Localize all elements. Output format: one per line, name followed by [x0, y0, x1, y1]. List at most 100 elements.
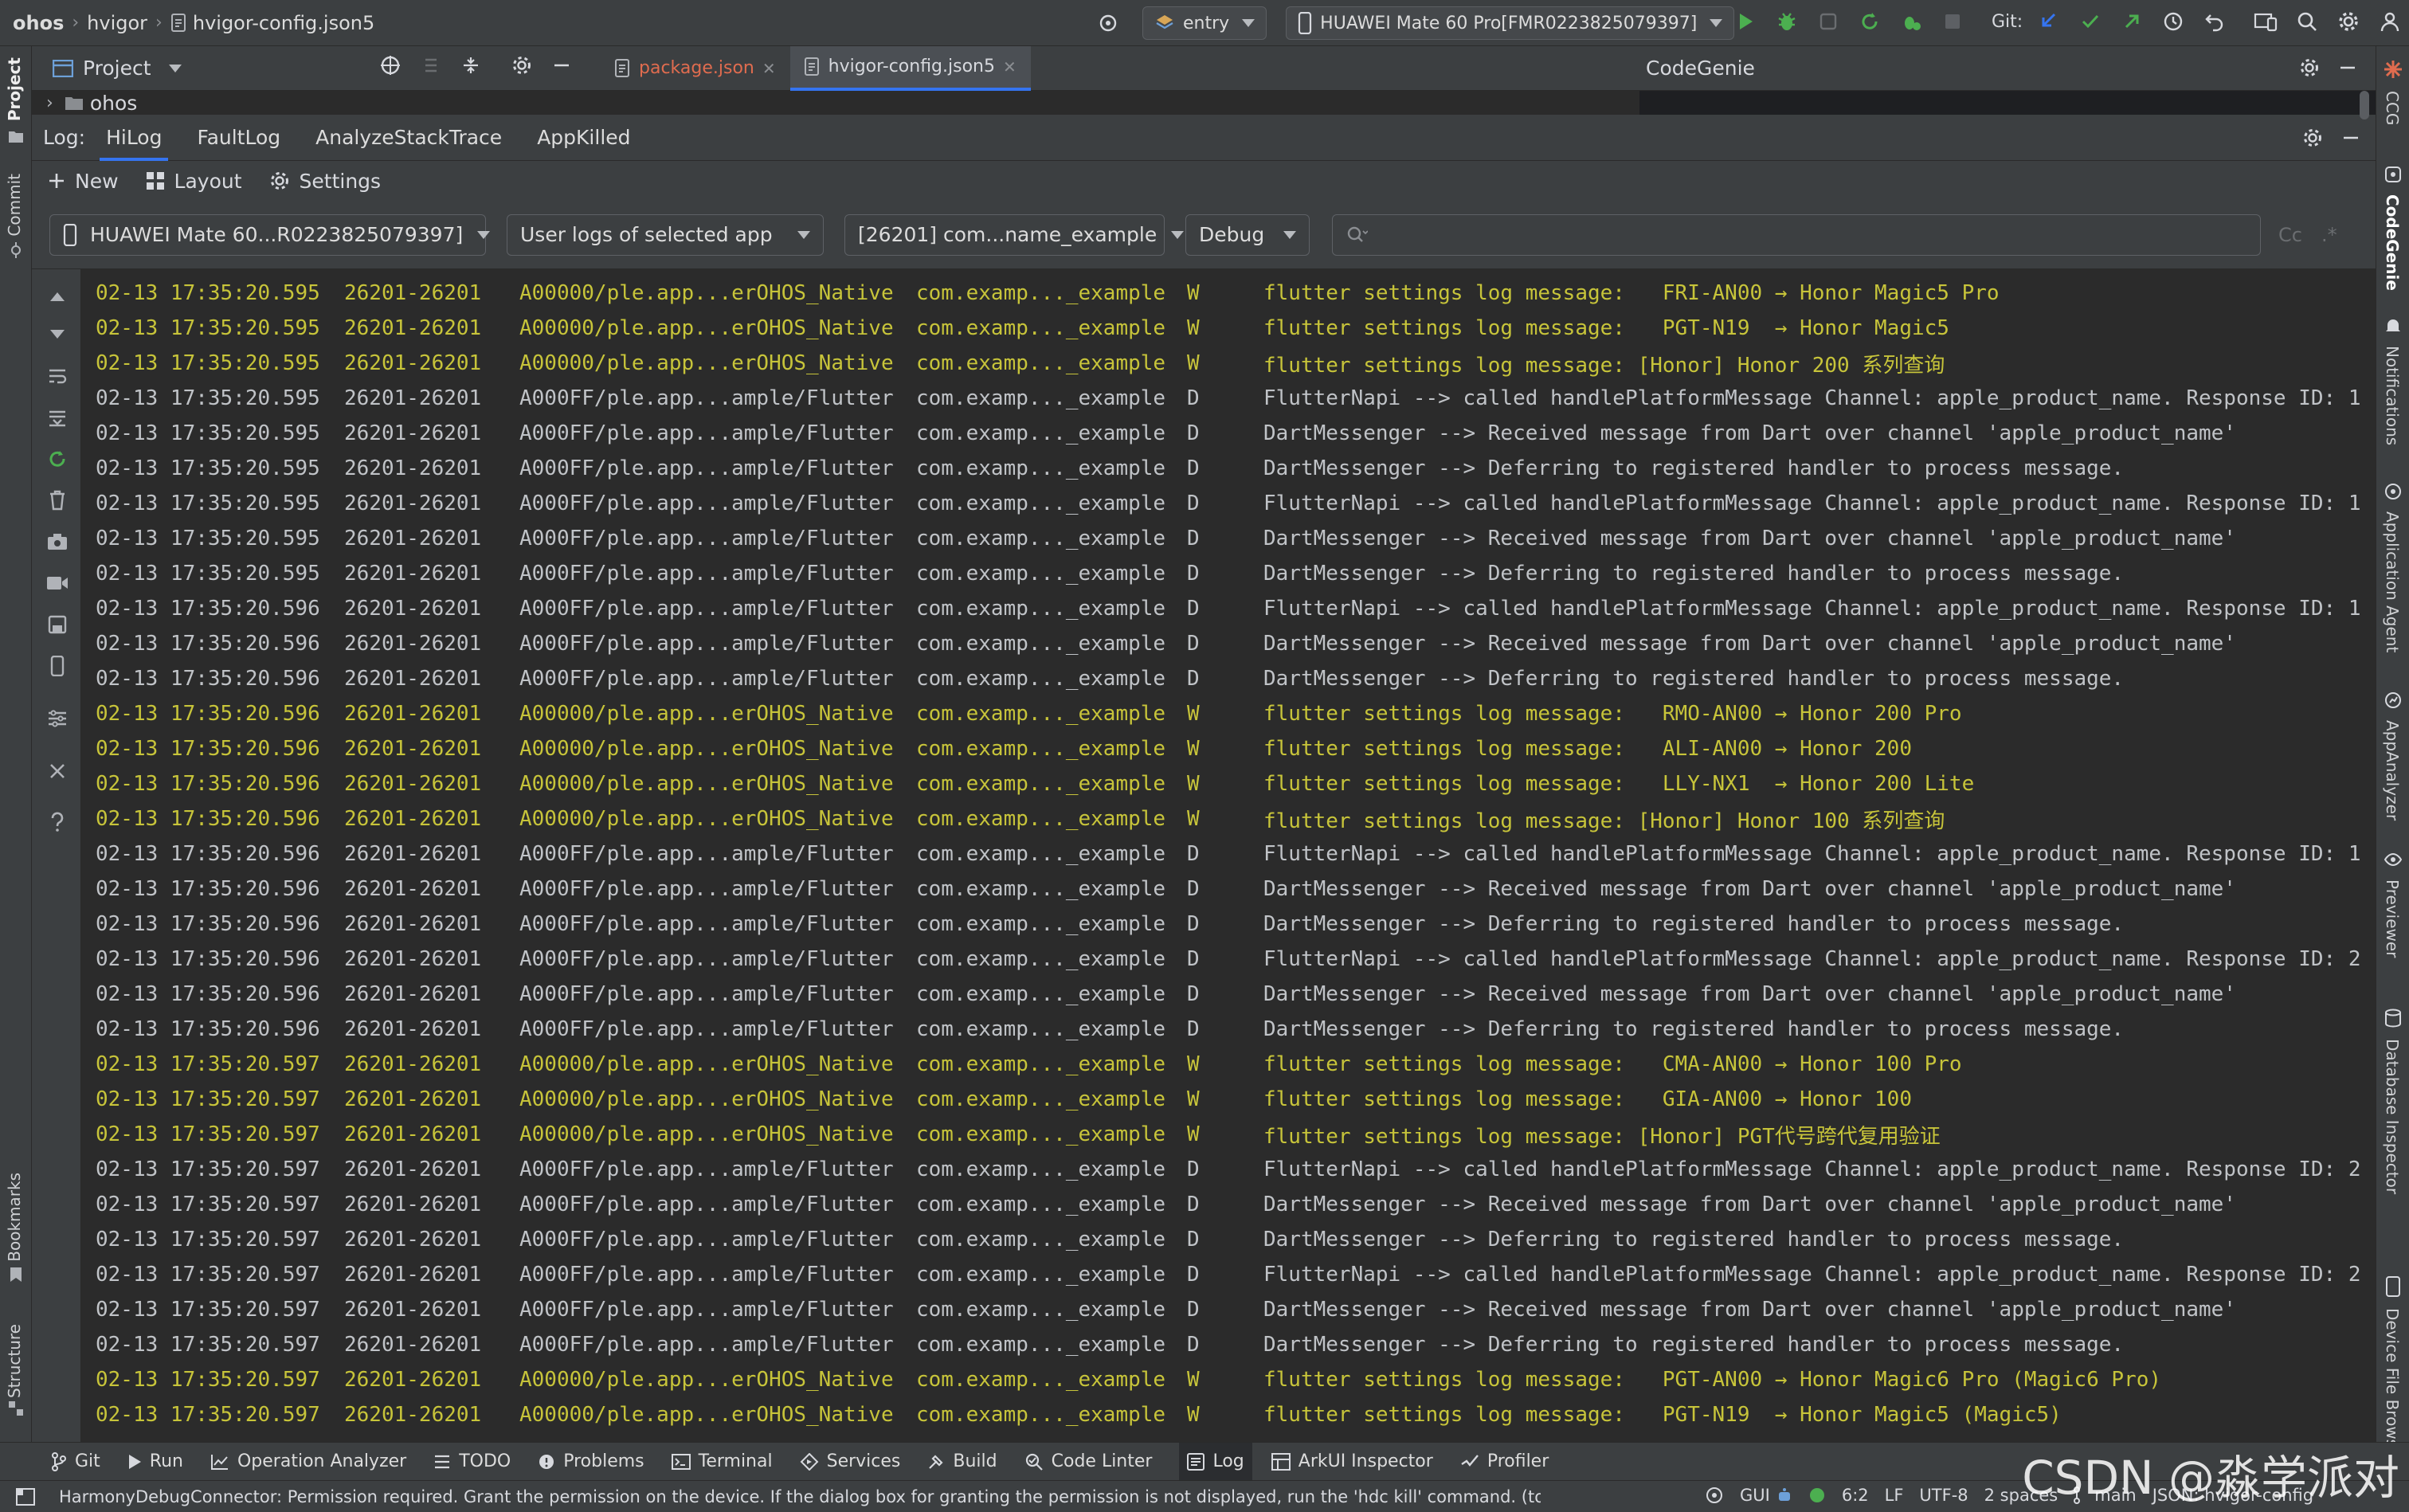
scroll-down-icon[interactable]: [45, 322, 70, 347]
log-row[interactable]: 02-13 17:35:20.596 26201-26201 A00000/ple.…: [81, 801, 2376, 836]
settings-button[interactable]: Settings: [269, 170, 381, 193]
log-row[interactable]: 02-13 17:35:20.597 26201-26201 A000FF/ple.…: [81, 1187, 2376, 1222]
help-icon[interactable]: [45, 809, 70, 835]
log-row[interactable]: 02-13 17:35:20.596 26201-26201 A000FF/ple.…: [81, 872, 2376, 907]
log-row[interactable]: 02-13 17:35:20.596 26201-26201 A000FF/ple.…: [81, 1012, 2376, 1047]
log-row[interactable]: 02-13 17:35:20.597 26201-26201 A000FF/ple.…: [81, 1222, 2376, 1257]
breadcrumb-file[interactable]: hvigor-config.json5: [193, 12, 374, 34]
log-scrollbar[interactable]: [2363, 269, 2374, 1442]
tool-build[interactable]: Build: [927, 1451, 997, 1471]
gear-icon[interactable]: [2302, 127, 2323, 148]
restart-icon[interactable]: [45, 446, 70, 472]
log-row[interactable]: 02-13 17:35:20.597 26201-26201 A00000/ple.…: [81, 1047, 2376, 1082]
log-search-input[interactable]: [1332, 213, 2261, 256]
project-tool-tab[interactable]: Project: [5, 57, 24, 121]
log-row[interactable]: 02-13 17:35:20.596 26201-26201 A000FF/ple.…: [81, 907, 2376, 942]
history-icon[interactable]: [2158, 6, 2188, 37]
chevron-down-icon[interactable]: [168, 64, 182, 72]
profile-icon[interactable]: [1896, 6, 1926, 37]
new-button[interactable]: New: [48, 170, 119, 193]
layout-button[interactable]: Layout: [146, 170, 242, 193]
save-icon[interactable]: [45, 612, 70, 637]
gear-icon[interactable]: [2333, 6, 2364, 37]
previewer-tool-tab[interactable]: Previewer: [2383, 879, 2402, 958]
expand-all-icon[interactable]: [421, 55, 441, 76]
file-encoding[interactable]: UTF-8: [1919, 1486, 1968, 1505]
tool-services[interactable]: Services: [800, 1451, 900, 1471]
close-icon[interactable]: ✕: [762, 59, 776, 78]
log-row[interactable]: 02-13 17:35:20.596 26201-26201 A000FF/ple.…: [81, 626, 2376, 661]
log-row[interactable]: 02-13 17:35:20.595 26201-26201 A000FF/ple.…: [81, 451, 2376, 486]
collapse-all-icon[interactable]: [460, 55, 481, 76]
git-push-icon[interactable]: [2117, 6, 2147, 37]
project-scrollbar-thumb[interactable]: [2360, 91, 2369, 119]
log-row[interactable]: 02-13 17:35:20.595 26201-26201 A000FF/ple.…: [81, 556, 2376, 591]
gear-icon[interactable]: [2299, 57, 2320, 78]
log-row[interactable]: 02-13 17:35:20.596 26201-26201 A000FF/ple.…: [81, 591, 2376, 626]
tool-arkui-inspector[interactable]: ArkUI Inspector: [1271, 1451, 1433, 1471]
cursor-position[interactable]: 6:2: [1842, 1486, 1869, 1505]
gui-label[interactable]: GUI: [1740, 1486, 1770, 1505]
tool-terminal[interactable]: Terminal: [671, 1451, 773, 1471]
device-filter-select[interactable]: HUAWEI Mate 60...R0223825079397]: [49, 213, 491, 256]
log-row[interactable]: 02-13 17:35:20.596 26201-26201 A000FF/ple.…: [81, 977, 2376, 1012]
device-manager-icon[interactable]: [2250, 6, 2281, 37]
log-row[interactable]: 02-13 17:35:20.596 26201-26201 A00000/ple.…: [81, 696, 2376, 731]
status-message[interactable]: HarmonyDebugConnector: Permission requir…: [59, 1487, 1541, 1506]
line-separator[interactable]: LF: [1885, 1486, 1904, 1505]
tool-git[interactable]: Git: [51, 1451, 100, 1471]
camera-icon[interactable]: [45, 529, 70, 554]
attach-debugger-icon[interactable]: [1813, 6, 1843, 37]
log-row[interactable]: 02-13 17:35:20.596 26201-26201 A00000/ple.…: [81, 766, 2376, 801]
minimize-icon[interactable]: [2340, 127, 2361, 148]
tab-faultlog[interactable]: FaultLog: [179, 115, 298, 161]
trash-icon[interactable]: [45, 488, 70, 513]
log-row[interactable]: 02-13 17:35:20.596 26201-26201 A00000/ple.…: [81, 731, 2376, 766]
notifications-tool-tab[interactable]: Notifications: [2383, 346, 2402, 445]
log-row[interactable]: 02-13 17:35:20.595 26201-26201 A000FF/ple.…: [81, 381, 2376, 416]
match-case-toggle[interactable]: Cc: [2278, 224, 2302, 246]
database-inspector-tool-tab[interactable]: Database Inspector: [2383, 1039, 2402, 1194]
debug-icon[interactable]: [1772, 6, 1802, 37]
ccg-tool-tab[interactable]: CCG: [2383, 91, 2402, 125]
log-row[interactable]: 02-13 17:35:20.597 26201-26201 A00000/ple.…: [81, 1082, 2376, 1117]
log-row[interactable]: 02-13 17:35:20.597 26201-26201 A00000/ple.…: [81, 1397, 2376, 1432]
tool-operation-analyzer[interactable]: Operation Analyzer: [210, 1451, 406, 1471]
module-selector[interactable]: entry: [1142, 6, 1267, 40]
log-row[interactable]: 02-13 17:35:20.597 26201-26201 A00000/ple.…: [81, 1362, 2376, 1397]
tool-todo[interactable]: TODO: [433, 1451, 511, 1471]
rollback-icon[interactable]: [2199, 6, 2230, 37]
regex-icon[interactable]: .*: [2321, 224, 2337, 246]
codegenie-tool-tab[interactable]: CodeGenie: [2383, 194, 2402, 291]
minimize-icon[interactable]: [2337, 57, 2358, 78]
git-update-icon[interactable]: [2034, 6, 2064, 37]
account-icon[interactable]: [2375, 6, 2405, 37]
soft-wrap-icon[interactable]: [45, 363, 70, 389]
breadcrumb-project[interactable]: ohos: [13, 12, 64, 34]
minimize-icon[interactable]: [551, 55, 572, 76]
log-row[interactable]: 02-13 17:35:20.595 26201-26201 A00000/ple.…: [81, 311, 2376, 346]
bookmarks-tool-tab[interactable]: Bookmarks: [5, 1173, 24, 1262]
log-row[interactable]: 02-13 17:35:20.595 26201-26201 A000FF/ple.…: [81, 416, 2376, 451]
log-row[interactable]: 02-13 17:35:20.596 26201-26201 A000FF/ple.…: [81, 836, 2376, 872]
video-icon[interactable]: [45, 570, 70, 596]
tool-code-linter[interactable]: Code Linter: [1024, 1451, 1152, 1471]
git-commit-icon[interactable]: [2075, 6, 2105, 37]
log-level-select[interactable]: Debug: [1185, 213, 1310, 256]
editor-tab-package-json[interactable]: package.json ✕: [601, 46, 790, 91]
tool-profiler[interactable]: Profiler: [1460, 1451, 1549, 1471]
log-row[interactable]: 02-13 17:35:20.595 26201-26201 A000FF/ple.…: [81, 521, 2376, 556]
process-select[interactable]: [26201] com...name_example: [844, 213, 1185, 256]
chevron-right-icon[interactable]: ›: [46, 93, 53, 113]
tool-run[interactable]: Run: [127, 1451, 183, 1471]
log-row[interactable]: 02-13 17:35:20.596 26201-26201 A000FF/ple.…: [81, 942, 2376, 977]
close-icon[interactable]: ✕: [1003, 57, 1016, 76]
close-icon[interactable]: [45, 758, 70, 784]
log-row[interactable]: 02-13 17:35:20.595 26201-26201 A00000/ple.…: [81, 346, 2376, 381]
log-row[interactable]: 02-13 17:35:20.597 26201-26201 A000FF/ple.…: [81, 1152, 2376, 1187]
log-row[interactable]: 02-13 17:35:20.597 26201-26201 A00000/ple.…: [81, 1117, 2376, 1152]
tool-problems[interactable]: Problems: [538, 1451, 644, 1471]
project-title[interactable]: Project: [83, 57, 151, 80]
structure-tool-tab[interactable]: Structure: [5, 1324, 24, 1398]
tab-hilog[interactable]: HiLog: [88, 115, 179, 161]
